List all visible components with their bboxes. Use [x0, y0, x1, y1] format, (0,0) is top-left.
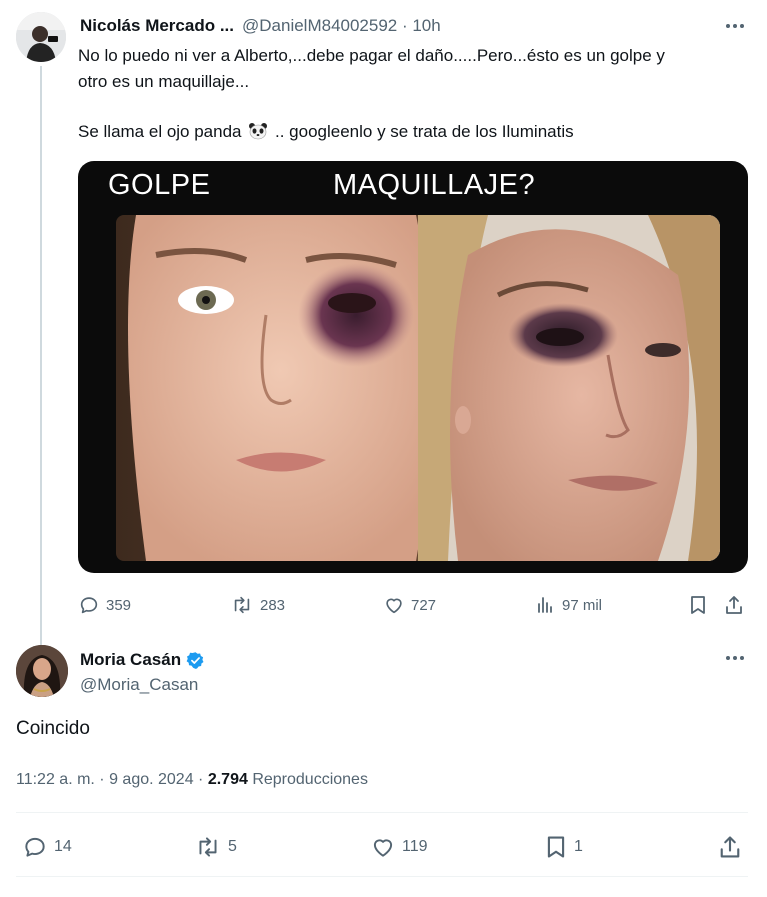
like-count: 119	[402, 838, 428, 855]
bookmark-count: 1	[574, 838, 583, 855]
author-handle[interactable]: @Moria_Casan	[80, 675, 198, 695]
thread-connector-line	[40, 66, 42, 646]
divider	[16, 876, 748, 877]
reply-count: 14	[54, 838, 72, 855]
share-icon	[726, 596, 742, 614]
reply-icon	[25, 837, 45, 857]
tweet1-header: Nicolás Mercado ... @DanielM84002592 · 1…	[80, 14, 441, 38]
more-options-icon[interactable]	[722, 648, 748, 668]
views-chart-icon	[538, 597, 552, 613]
reply-button[interactable]: 14	[22, 832, 72, 862]
tweet1-text-line3-b: .. googleenlo y se trata de los Iluminat…	[274, 122, 574, 141]
views-count: 2.794	[207, 771, 248, 788]
heart-icon	[373, 839, 393, 857]
avatar-moria[interactable]	[16, 645, 68, 697]
share-button[interactable]	[724, 592, 744, 618]
bookmark-button[interactable]	[688, 592, 708, 618]
like-button[interactable]: 727	[383, 592, 436, 618]
reply-icon	[80, 597, 98, 614]
heart-icon	[386, 598, 402, 614]
like-button[interactable]: 119	[370, 832, 428, 862]
views-button[interactable]: 97 mil	[536, 592, 602, 618]
repost-button[interactable]: 5	[194, 832, 237, 862]
repost-icon	[199, 837, 217, 857]
moria-author-row: Moria Casán	[80, 650, 205, 670]
more-options-icon[interactable]	[722, 16, 748, 36]
bookmark-icon	[547, 836, 565, 858]
reply-button[interactable]: 359	[78, 592, 131, 618]
media-label-left: GOLPE	[108, 169, 211, 201]
tweet2-text: Coincido	[16, 718, 90, 739]
share-icon	[720, 836, 740, 858]
like-count: 727	[411, 596, 437, 614]
tweet1-media-image[interactable]: GOLPE MAQUILLAJE?	[78, 161, 748, 573]
tweet1-text-line1: No lo puedo ni ver a Alberto,...debe pag…	[78, 46, 665, 65]
repost-count: 283	[260, 596, 286, 614]
reply-count: 359	[106, 596, 132, 614]
author-name[interactable]: Moria Casán	[80, 650, 181, 670]
repost-icon	[234, 596, 250, 614]
share-button[interactable]	[718, 832, 742, 862]
author-handle[interactable]: @DanielM84002592 · 10h	[242, 16, 441, 36]
repost-button[interactable]: 283	[230, 592, 285, 618]
tweet2-meta: 11:22 a. m. · 9 ago. 2024 · 2.794 Reprod…	[16, 771, 368, 789]
tweet1-text-line3-a: Se llama el ojo panda	[78, 122, 242, 141]
author-name[interactable]: Nicolás Mercado ...	[80, 16, 234, 36]
photo-left-face	[116, 215, 450, 561]
divider	[16, 812, 748, 813]
repost-count: 5	[228, 838, 237, 855]
views-count: 97 mil	[562, 596, 603, 614]
bookmark-button[interactable]: 1	[544, 832, 583, 862]
verified-badge-icon	[186, 651, 204, 669]
photo-right-face	[418, 215, 720, 561]
panda-emoji-icon	[249, 123, 268, 140]
bookmark-icon	[691, 596, 705, 614]
avatar-nicolas[interactable]	[16, 12, 66, 62]
views-label: Reproducciones	[252, 771, 368, 788]
tweet1-text-line2: otro es un maquillaje...	[78, 72, 250, 91]
tweet1-text-line3: Se llama el ojo panda .. googleenlo y se…	[78, 120, 574, 144]
tweet-timestamp[interactable]: 11:22 a. m. · 9 ago. 2024 ·	[16, 771, 203, 788]
media-label-right: MAQUILLAJE?	[333, 169, 536, 201]
